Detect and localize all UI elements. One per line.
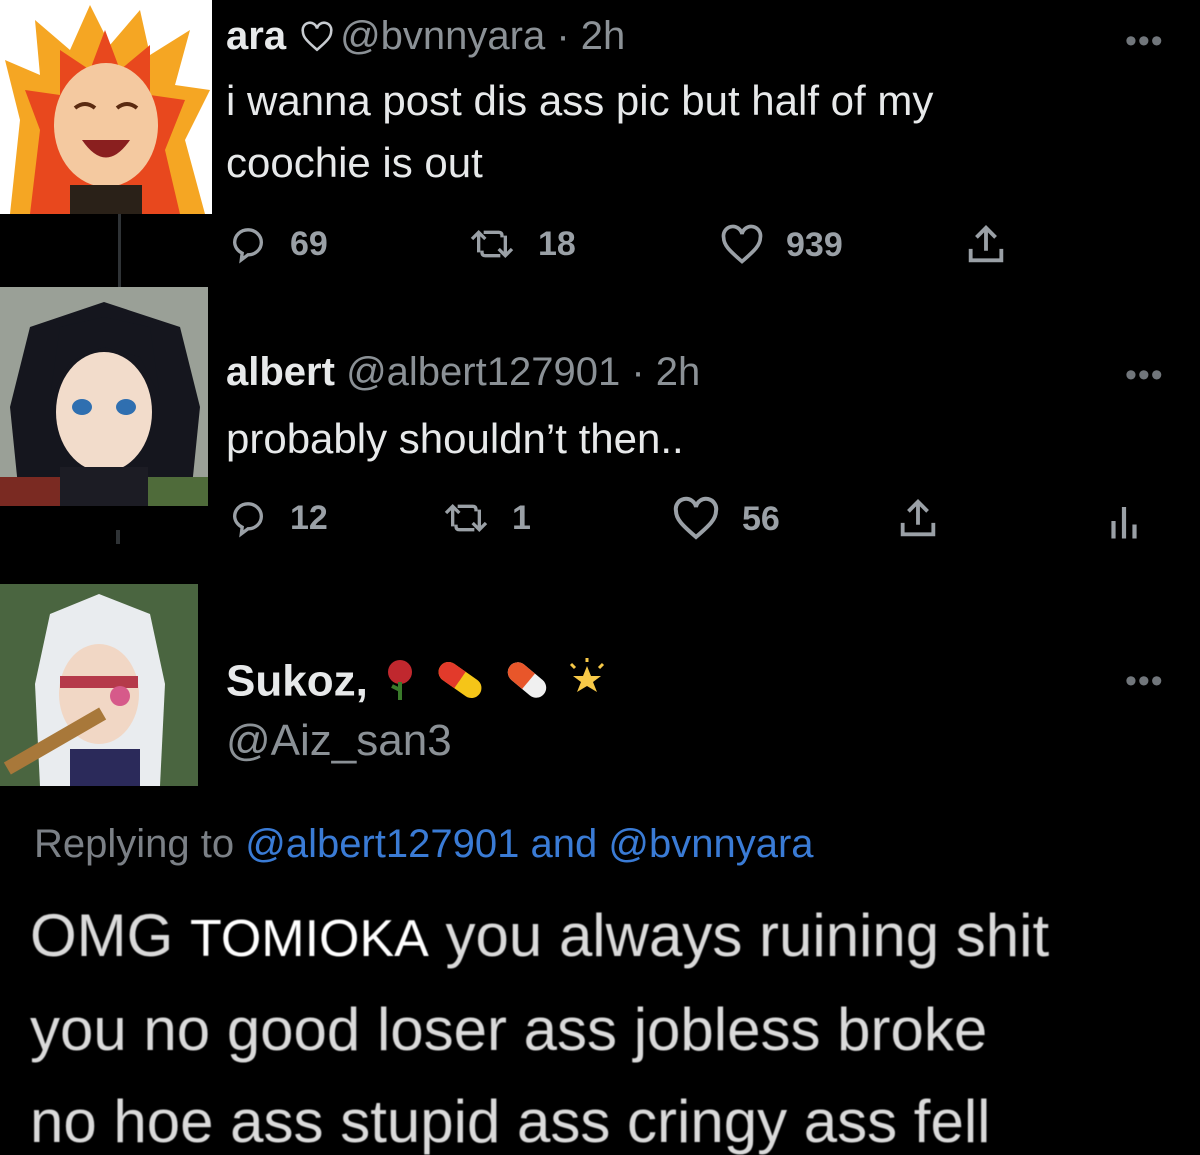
- share-button[interactable]: [894, 496, 942, 542]
- display-name[interactable]: Sukoz,: [226, 657, 368, 706]
- retweet-icon: [442, 498, 490, 538]
- heart-emoji-icon: [300, 20, 334, 60]
- avatar-sukoz[interactable]: [0, 584, 198, 786]
- like-count: 939: [786, 225, 843, 264]
- user-handle[interactable]: @albert127901: [346, 350, 620, 394]
- user-handle[interactable]: @bvnnyara: [340, 14, 545, 58]
- more-options-icon[interactable]: •••: [1125, 24, 1164, 58]
- thread-line: [116, 530, 120, 544]
- share-icon: [962, 222, 1010, 268]
- display-name[interactable]: ara: [226, 14, 286, 58]
- analytics-icon: [1108, 500, 1140, 542]
- timestamp[interactable]: 2h: [581, 14, 626, 58]
- rose-emoji-icon: [380, 658, 420, 710]
- display-name[interactable]: albert: [226, 350, 335, 394]
- tweet-text: probably shouldn’t then..: [226, 415, 684, 462]
- tweet-header: ara @bvnnyara · 2h: [226, 14, 626, 60]
- retweet-count: 1: [512, 498, 531, 537]
- share-button[interactable]: [962, 222, 1010, 268]
- pill-emoji-icon: [501, 658, 553, 710]
- reply-text-line: OMG TOMIOKA you always ruining shit: [30, 902, 1050, 969]
- user-handle[interactable]: @Aiz_san3: [226, 716, 452, 766]
- like-button[interactable]: 939: [720, 224, 843, 266]
- retweet-icon: [468, 224, 516, 264]
- replying-to: Replying to @albert127901 and @bvnnyara: [34, 822, 814, 866]
- share-icon: [894, 496, 942, 542]
- reply-icon: [228, 498, 268, 538]
- reply-button[interactable]: 69: [228, 224, 328, 264]
- retweet-button[interactable]: 18: [468, 224, 576, 264]
- avatar-albert[interactable]: [0, 287, 208, 506]
- more-options-icon[interactable]: •••: [1125, 358, 1164, 392]
- sparkle-star-emoji-icon: [565, 658, 609, 710]
- mention-link[interactable]: @albert127901: [245, 822, 519, 866]
- reply-count: 69: [290, 224, 328, 263]
- reply-count: 12: [290, 498, 328, 537]
- like-button[interactable]: 56: [672, 496, 780, 542]
- heart-icon: [720, 224, 764, 266]
- reply-text-line: no hoe ass stupid ass cringy ass fell: [30, 1088, 991, 1155]
- reply-icon: [228, 224, 268, 264]
- analytics-button[interactable]: [1108, 500, 1140, 542]
- reply-button[interactable]: 12: [228, 498, 328, 538]
- timestamp[interactable]: 2h: [656, 350, 701, 394]
- mention-link[interactable]: @bvnnyara: [608, 822, 813, 866]
- reply-text-line: you no good loser ass jobless broke: [30, 996, 988, 1063]
- tweet-header: Sukoz,: [226, 658, 609, 710]
- more-options-icon[interactable]: •••: [1125, 664, 1164, 698]
- thread-line: [118, 214, 121, 287]
- pill-emoji-icon: [432, 658, 488, 710]
- tweet-header: albert @albert127901 · 2h: [226, 350, 701, 394]
- avatar-ara[interactable]: [0, 0, 212, 214]
- retweet-count: 18: [538, 224, 576, 263]
- retweet-button[interactable]: 1: [442, 498, 531, 538]
- heart-icon: [672, 496, 720, 542]
- tweet-text: i wanna post dis ass pic but half of my …: [226, 77, 934, 186]
- like-count: 56: [742, 499, 780, 538]
- name-overlay: TOMIOKA: [190, 910, 429, 968]
